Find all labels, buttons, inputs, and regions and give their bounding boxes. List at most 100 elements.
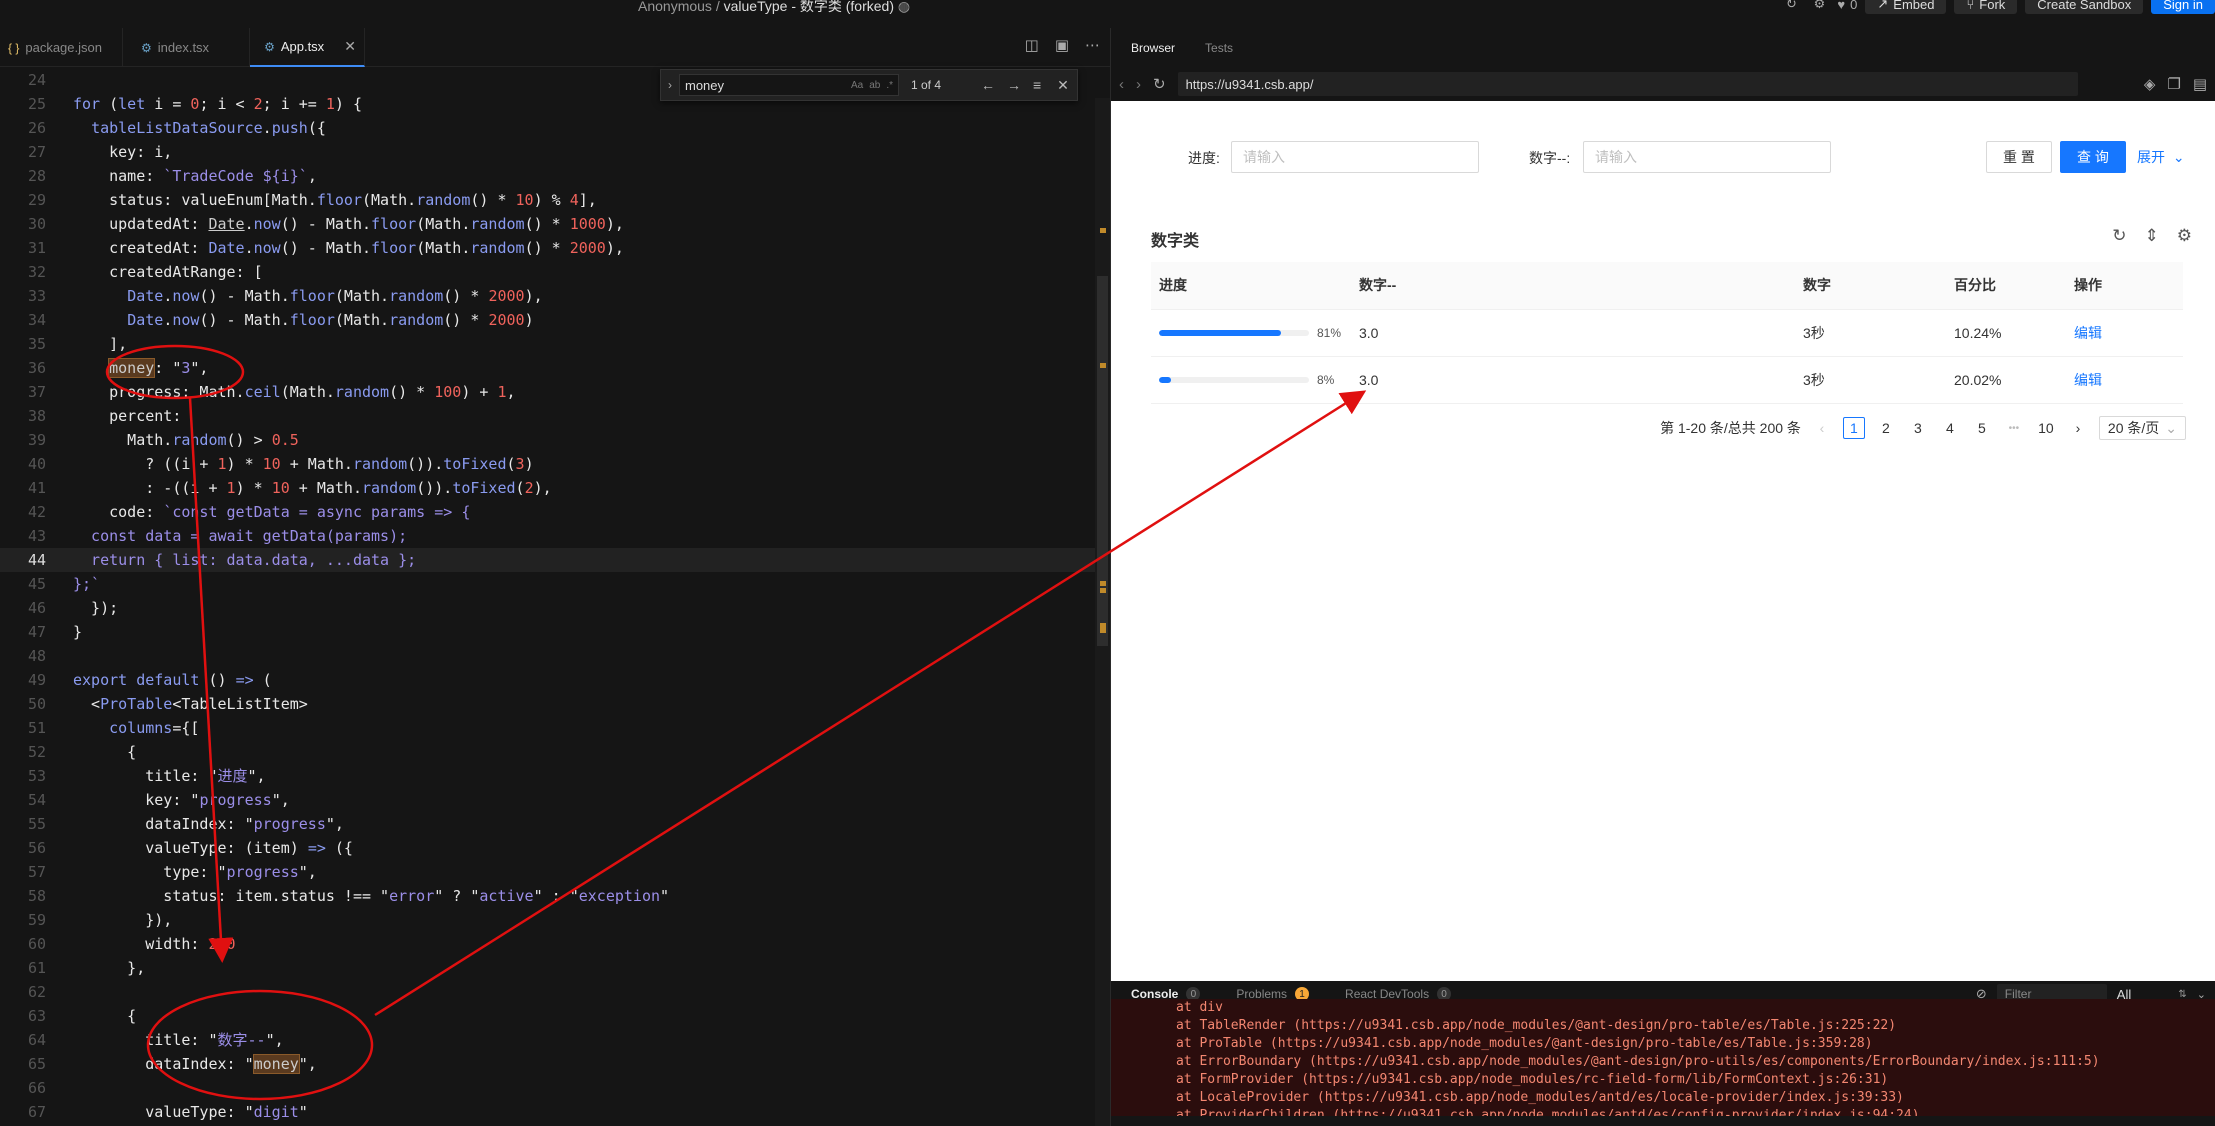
create-sandbox-button[interactable]: Create Sandbox [2025,0,2144,14]
code-line[interactable]: 28 name: `TradeCode ${i}`, [0,164,1095,188]
code-line[interactable]: 46 }); [0,596,1095,620]
reload-icon[interactable]: ↻ [1153,75,1166,93]
code-line[interactable]: 43 const data = await getData(params); [0,524,1095,548]
page-10[interactable]: 10 [2035,417,2057,439]
code-line[interactable]: 26 tableListDataSource.push({ [0,116,1095,140]
code-token: 4 [569,191,579,209]
code-line[interactable]: 58 status: item.status !== "error" ? "ac… [0,884,1095,908]
code-line[interactable]: 35 ], [0,332,1095,356]
code-line[interactable]: 60 width: 200 [0,932,1095,956]
code-line[interactable]: 31 createdAt: Date.now() - Math.floor(Ma… [0,236,1095,260]
code-line[interactable]: 42 code: `const getData = async params =… [0,500,1095,524]
layout-icon[interactable]: ▤ [2193,75,2207,93]
fork-button[interactable]: ⑂ Fork [1954,0,2018,14]
code-line[interactable]: 50 <ProTable<TableListItem> [0,692,1095,716]
tab-tests[interactable]: Tests [1205,41,1233,55]
tab-app-tsx[interactable]: ⚙ App.tsx ✕ [250,28,365,67]
code-line[interactable]: 54 key: "progress", [0,788,1095,812]
code-line[interactable]: 30 updatedAt: Date.now() - Math.floor(Ma… [0,212,1095,236]
code-line[interactable]: 38 percent: [0,404,1095,428]
like-button[interactable]: ♥ 0 [1837,0,1857,14]
prev-page-icon[interactable]: ‹ [1811,417,1833,439]
code-line[interactable]: 27 key: i, [0,140,1095,164]
code-line[interactable]: 61 }, [0,956,1095,980]
code-token: progress: Math. [73,383,245,401]
jump-next[interactable]: ••• [2003,417,2025,439]
code-line[interactable]: 32 createdAtRange: [ [0,260,1095,284]
code-line[interactable]: 39 Math.random() > 0.5 [0,428,1095,452]
code-line[interactable]: 57 type: "progress", [0,860,1095,884]
code-line[interactable]: 40 ? ((i + 1) * 10 + Math.random()).toFi… [0,452,1095,476]
find-input[interactable]: money Aa ab .* [679,74,899,96]
code-token: => [307,839,326,857]
tab-browser[interactable]: Browser [1131,41,1175,55]
code-line[interactable]: 52 { [0,740,1095,764]
reload-icon[interactable]: ↻ [2112,226,2126,246]
chevron-right-icon[interactable]: › [661,78,679,92]
code-line[interactable]: 65 dataIndex: "money", [0,1052,1095,1076]
code-line[interactable]: 45};` [0,572,1095,596]
page-5[interactable]: 5 [1971,417,1993,439]
edit-link[interactable]: 编辑 [2074,325,2102,341]
code-line[interactable]: 55 dataIndex: "progress", [0,812,1095,836]
regex-icon[interactable]: .* [886,80,893,91]
code-line[interactable]: 51 columns={[ [0,716,1095,740]
gear-icon[interactable]: ⚙ [1809,0,1829,14]
code-token: 2 [253,95,263,113]
next-page-icon[interactable]: › [2067,417,2089,439]
close-tab-icon[interactable]: ✕ [344,38,356,55]
page-4[interactable]: 4 [1939,417,1961,439]
density-icon[interactable]: ⇕ [2145,226,2159,246]
forward-icon[interactable]: › [1136,76,1141,93]
code-line[interactable]: 48 [0,644,1095,668]
code-line[interactable]: 63 { [0,1004,1095,1028]
progress-input[interactable]: 请输入 [1231,141,1479,173]
new-window-icon[interactable]: ❐ [2167,75,2180,93]
back-icon[interactable]: ‹ [1119,76,1124,93]
code-line[interactable]: 64 title: "数字--", [0,1028,1095,1052]
url-bar[interactable]: https://u9341.csb.app/ [1177,72,2078,96]
expand-link[interactable]: 展开 ⌄ [2137,147,2185,167]
reset-button[interactable]: 重 置 [1986,141,2052,173]
code-line[interactable]: 34 Date.now() - Math.floor(Math.random()… [0,308,1095,332]
money-input[interactable]: 请输入 [1583,141,1831,173]
code-token: () [199,671,236,689]
edit-link[interactable]: 编辑 [2074,372,2102,388]
code-line[interactable]: 47} [0,620,1095,644]
embed-button[interactable]: ↗ Embed [1865,0,1947,14]
code-line[interactable]: 49 export default () => ( [0,668,1095,692]
tab-index-tsx[interactable]: ⚙ index.tsx [123,28,251,67]
code-line[interactable]: 66 [0,1076,1095,1100]
sign-in-button[interactable]: Sign in [2151,0,2215,14]
search-button[interactable]: 查 询 [2060,141,2126,173]
arrow-down-icon[interactable]: → [1007,77,1021,94]
find-in-selection-icon[interactable]: ≡ [1033,77,1041,94]
code-line[interactable]: 33 Date.now() - Math.floor(Math.random()… [0,284,1095,308]
code-line[interactable]: 37 progress: Math.ceil(Math.random() * 1… [0,380,1095,404]
match-case-icon[interactable]: Aa [851,80,863,91]
code-line[interactable]: 36 money: "3", [0,356,1095,380]
code-area[interactable]: 24 25 for (let i = 0; i < 2; i += 1) {26 t… [0,68,1095,1126]
more-icon[interactable]: ⋯ [1085,36,1100,54]
code-line[interactable]: 44 return { list: data.data, ...data }; [0,548,1095,572]
split-editor-icon[interactable]: ◫ [1025,36,1039,54]
page-1[interactable]: 1 [1842,417,1865,439]
code-line[interactable]: 67 valueType: "digit" [0,1100,1095,1124]
arrow-up-icon[interactable]: ← [981,77,995,94]
page-2[interactable]: 2 [1875,417,1897,439]
close-icon[interactable]: ✕ [1057,77,1069,94]
setting-icon[interactable]: ⚙ [2177,226,2192,246]
match-word-icon[interactable]: ab [869,80,880,91]
code-line[interactable]: 62 [0,980,1095,1004]
refresh-icon[interactable]: ↻ [1781,0,1801,14]
preview-icon[interactable]: ▣ [1055,36,1069,54]
code-line[interactable]: 59 }), [0,908,1095,932]
page-size-select[interactable]: 20 条/页 ⌄ [2098,416,2186,440]
tab-package-json[interactable]: { } package.json [0,28,123,67]
code-line[interactable]: 53 title: "进度", [0,764,1095,788]
code-line[interactable]: 41 : -((i + 1) * 10 + Math.random()).toF… [0,476,1095,500]
code-line[interactable]: 56 valueType: (item) => ({ [0,836,1095,860]
code-line[interactable]: 29 status: valueEnum[Math.floor(Math.ran… [0,188,1095,212]
page-3[interactable]: 3 [1907,417,1929,439]
devtools-icon[interactable]: ◈ [2144,75,2156,93]
